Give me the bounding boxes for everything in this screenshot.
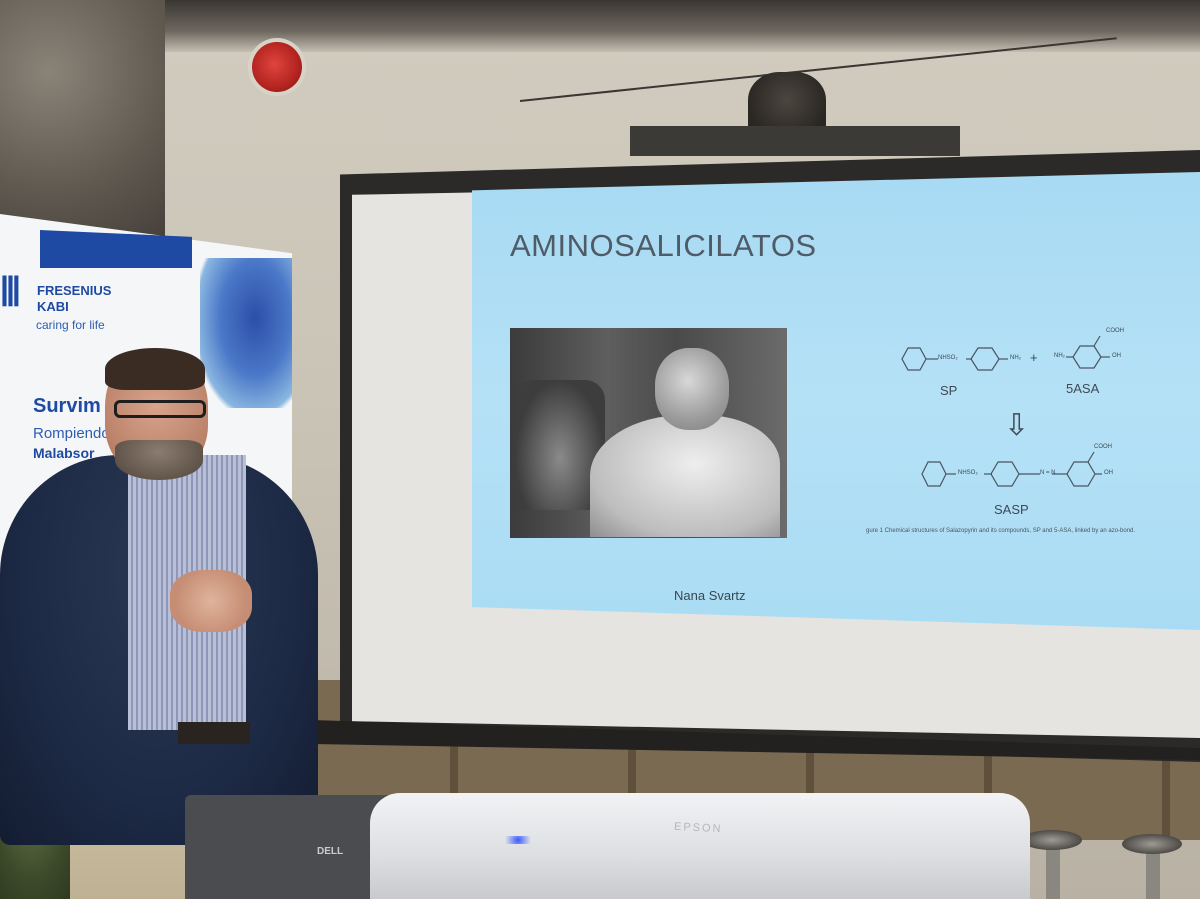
- azo-bond: N = N: [1040, 470, 1056, 476]
- nhso2-group: NHSO₂: [938, 355, 958, 361]
- brand-tagline: caring for life: [36, 318, 105, 332]
- label-5asa: 5ASA: [1066, 381, 1100, 396]
- salicylic-ring-sasp: [1066, 461, 1096, 487]
- figure-caption: gure 1 Chemical structures of Salazopyri…: [866, 528, 1136, 534]
- cooh-group: COOH: [1106, 328, 1124, 334]
- chemical-structure-diagram: NHSO₂ NH₂ + NH₂ COOH OH SP 5ASA ⇩ NHSO₂ …: [880, 322, 1180, 552]
- banner-brush-stroke: [200, 258, 292, 408]
- label-sasp: SASP: [994, 502, 1029, 517]
- presenter-beard: [115, 440, 203, 480]
- stanchion-top: [1022, 830, 1082, 850]
- person-in-photo: [590, 415, 780, 537]
- banner-headline: Survim: [33, 395, 101, 417]
- banner-subline-bold: Malabsor: [33, 445, 95, 461]
- benzene-ring: [970, 347, 1000, 371]
- ceiling: [0, 0, 1200, 52]
- benzene-ring-sasp: [990, 461, 1020, 487]
- oh-group-sasp: OH: [1104, 470, 1113, 476]
- person-head-in-photo: [655, 348, 729, 430]
- nh2-group-5asa: NH₂: [1054, 353, 1065, 359]
- stanchion-post-2: [1146, 848, 1160, 899]
- label-sp: SP: [940, 383, 958, 398]
- brand-name-line-2: KABI: [37, 299, 69, 314]
- photo-caption: Nana Svartz: [674, 588, 746, 603]
- salicylic-ring: [1072, 345, 1102, 369]
- nh2-group: NH₂: [1010, 355, 1021, 361]
- fresenius-kabi-logo-icon: |||: [0, 270, 21, 306]
- plus-sign: +: [1030, 350, 1038, 365]
- pyridine-ring: [901, 347, 927, 371]
- cooh-group-sasp: COOH: [1094, 444, 1112, 450]
- pyridine-ring-sasp: [921, 461, 947, 487]
- oh-group: OH: [1112, 353, 1121, 359]
- projector-brand-label: EPSON: [673, 820, 723, 836]
- brand-name-line-1: FRESENIUS: [37, 283, 112, 298]
- laptop-logo: DELL: [317, 846, 344, 857]
- presenter-hands: [170, 570, 252, 632]
- projector-indicator-light-icon: [500, 836, 536, 844]
- stanchion-post: [1046, 845, 1060, 899]
- presenter-hair: [105, 348, 205, 390]
- stone-pillar: [0, 0, 165, 240]
- slide-title: AMINOSALICILATOS: [510, 228, 817, 263]
- nhso2-group-sasp: NHSO₂: [958, 470, 978, 476]
- down-arrow-icon: ⇩: [1004, 409, 1030, 442]
- glasses-icon: [114, 400, 206, 418]
- fire-alarm-bell: [252, 42, 302, 92]
- screen-mount-bar: [630, 126, 960, 156]
- banner-subline: Rompiendo: [33, 425, 110, 442]
- stanchion-top-2: [1122, 834, 1182, 854]
- projector: [370, 793, 1030, 899]
- presenter-belt: [178, 722, 250, 744]
